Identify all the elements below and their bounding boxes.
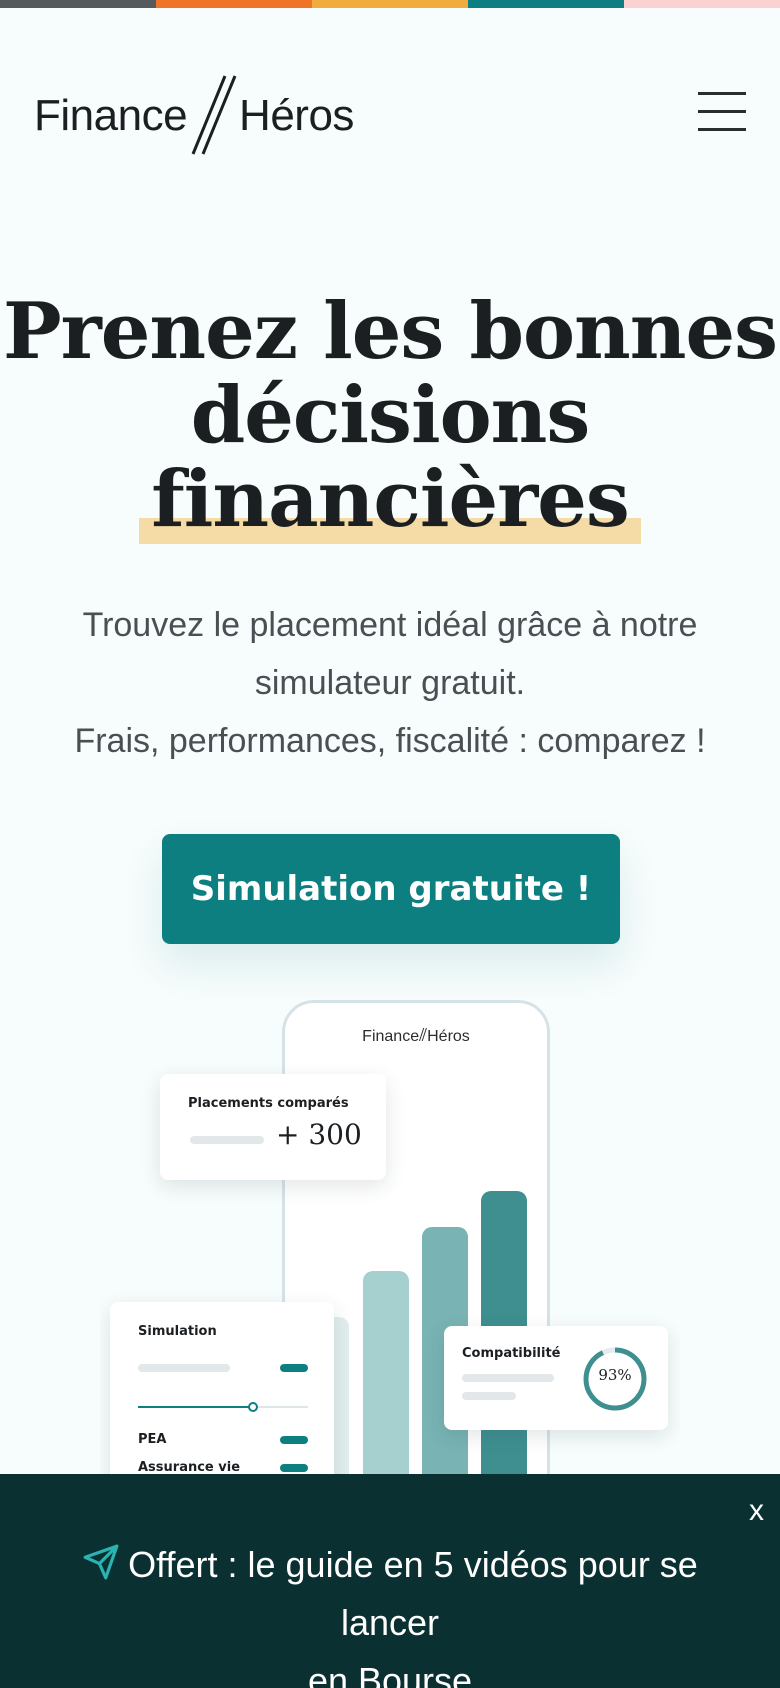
phone-logo-heros: Héros (427, 1028, 470, 1045)
phone-logo-finance: Finance (362, 1028, 420, 1045)
stripe-segment (156, 0, 312, 8)
logo-text-heros: Héros (239, 91, 354, 140)
stripe-segment (624, 0, 780, 8)
simulation-title: Simulation (138, 1324, 217, 1339)
hero-title-line: décisions (190, 370, 590, 461)
logo-text-finance: Finance (34, 91, 188, 140)
stripe-segment (468, 0, 624, 8)
paper-plane-icon (83, 1544, 119, 1580)
promo-banner-text[interactable]: Offert : le guide en 5 vidéos pour se la… (30, 1536, 750, 1688)
hero-title: Prenez les bonnes décisions financières (0, 286, 780, 545)
slider-handle (248, 1402, 258, 1412)
subtitle-line: simulateur gratuit. (254, 664, 526, 702)
site-logo[interactable]: Finance Héros (34, 70, 374, 162)
slider-fill (138, 1406, 252, 1408)
logo-slash-icon (191, 75, 237, 155)
phone-logo: Finance⫽Héros (362, 1025, 470, 1045)
placeholder-toggle (280, 1364, 308, 1372)
hero-subtitle: Trouvez le placement idéal grâce à notre… (40, 596, 740, 770)
placeholder-line (462, 1392, 516, 1400)
promo-text-line: Offert : le guide en 5 vidéos pour se la… (128, 1544, 698, 1643)
hero-title-line: Prenez les bonnes (2, 286, 778, 377)
free-simulation-button[interactable]: Simulation gratuite ! (162, 834, 620, 944)
placements-card: Placements comparés + 300 (160, 1074, 386, 1180)
site-header: Finance Héros (34, 70, 746, 162)
hero-title-highlight: financières (139, 454, 641, 545)
placeholder-toggle (280, 1464, 308, 1472)
placeholder-toggle (280, 1436, 308, 1444)
hamburger-menu-icon[interactable] (698, 92, 746, 132)
stripe-segment (0, 0, 156, 8)
subtitle-line: Trouvez le placement idéal grâce à notre (82, 606, 698, 644)
stripe-segment (312, 0, 468, 8)
subtitle-line: Frais, performances, fiscalité : compare… (74, 722, 706, 760)
promo-text-line: en Bourse (307, 1660, 473, 1688)
compatibility-value: 93% (598, 1366, 632, 1384)
chart-bar (363, 1271, 409, 1474)
compatibility-card: Compatibilité 93% (444, 1326, 668, 1430)
placements-value: + 300 (276, 1118, 362, 1151)
simulation-card: Simulation PEA Assurance vie (110, 1302, 334, 1474)
placeholder-line (462, 1374, 554, 1382)
placements-title: Placements comparés (188, 1096, 349, 1111)
simulator-illustration: Finance⫽Héros Placements comparés + 300 … (100, 1000, 680, 1474)
placeholder-line (190, 1136, 264, 1144)
compatibility-title: Compatibilité (462, 1346, 561, 1361)
close-button[interactable]: x (749, 1494, 764, 1528)
simulation-item-assurance-vie: Assurance vie (138, 1460, 241, 1474)
top-color-stripe (0, 0, 780, 8)
simulation-item-pea: PEA (138, 1432, 167, 1447)
promo-banner[interactable]: x Offert : le guide en 5 vidéos pour se … (0, 1474, 780, 1688)
placeholder-line (138, 1364, 230, 1372)
